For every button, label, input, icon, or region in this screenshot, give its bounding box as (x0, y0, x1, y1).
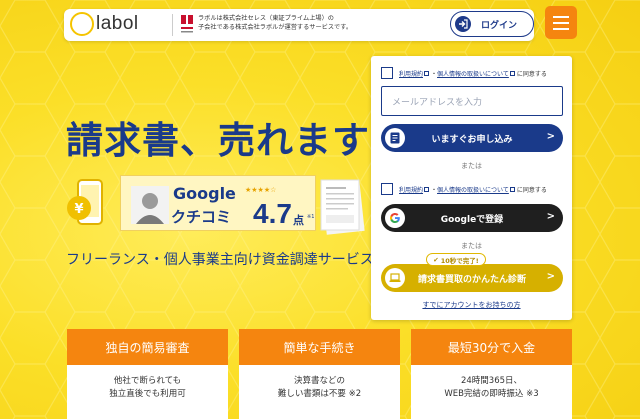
or-divider-1: または (461, 162, 482, 170)
hamburger-menu-button[interactable] (545, 6, 577, 39)
apply-label: いますぐお申し込み (431, 134, 513, 145)
hero-headline: 請求書、売れます (66, 119, 370, 162)
feature-card-procedure: 簡単な手続き 決算書などの 難しい書類は不要 ※2 (239, 329, 400, 419)
google-rating-badge: Google ★★★★☆ クチコミ 4.7 点 ※1 (120, 175, 316, 231)
google-signup-button[interactable]: Googleで登録 > (381, 204, 563, 232)
hero-subtitle: フリーランス・個人事業主向け資金調達サービス (66, 252, 374, 268)
document-icon (385, 128, 405, 148)
feature-line: 決算書などの (293, 376, 345, 386)
rating-source: クチコミ (171, 208, 232, 226)
laptop-icon (385, 268, 405, 288)
external-link-icon (509, 70, 515, 76)
google-g-icon (385, 208, 405, 228)
rating-score: 4.7 (253, 198, 292, 229)
invoice-document-icon (320, 179, 365, 235)
apply-button[interactable]: いますぐお申し込み > (381, 124, 563, 152)
terms-checkbox-1[interactable] (381, 67, 393, 79)
terms-agree-row-2: 利用規約 ・ 個人情報の取扱いについて に同意する (381, 183, 547, 195)
quick-badge: ✔ 10秒で完了! (426, 253, 486, 266)
notice-line-2: 子会社である株式会社ラボルが運営するサービスです。 (198, 23, 353, 31)
external-link-icon (509, 186, 515, 192)
agree-text: に同意する (516, 70, 547, 78)
feature-card-deposit: 最短30分で入金 24時間365日、 WEB完結の即時振込 ※3 (411, 329, 572, 419)
chevron-right-icon: > (546, 271, 555, 282)
rating-stars: ★★★★☆ (245, 186, 277, 194)
logo-text: labol (96, 13, 139, 34)
labol-logo[interactable]: labol (70, 12, 139, 36)
diagnosis-button[interactable]: 請求書買取のかんたん診断 > (381, 264, 563, 292)
rating-brand: Google (173, 184, 236, 203)
agree-text: に同意する (516, 186, 547, 194)
terms-agree-row-1: 利用規約 ・ 個人情報の取扱いについて に同意する (381, 67, 547, 79)
feature-line: 難しい書類は不要 ※2 (277, 389, 362, 399)
privacy-link[interactable]: 個人情報の取扱いについて (437, 185, 509, 194)
chevron-right-icon: > (546, 211, 555, 222)
menu-bar-icon (553, 21, 569, 24)
signup-panel: 利用規約 ・ 個人情報の取扱いについて に同意する メールアドレスを入力 います… (371, 56, 572, 320)
jpx-mark-icon (180, 14, 194, 36)
feature-title: 簡単な手続き (239, 329, 400, 365)
notice-line-1: ラボルは株式会社セレス（東証プライム上場）の (198, 15, 334, 22)
terms-checkbox-2[interactable] (381, 183, 393, 195)
feature-line: WEB完結の即時振込 ※3 (444, 389, 539, 399)
chevron-right-icon: > (546, 131, 555, 142)
feature-line: 24時間365日、 (460, 376, 523, 386)
feature-card-screening: 独自の簡易審査 他社で断られても 独立直後でも利用可 (67, 329, 228, 419)
phone-yen-icon: ¥ (67, 179, 103, 225)
menu-bar-icon (553, 15, 569, 18)
external-link-icon (424, 186, 430, 192)
check-circle-icon: ✔ (433, 255, 439, 264)
header-divider (172, 14, 173, 36)
login-icon (455, 16, 471, 32)
existing-account-link[interactable]: すでにアカウントをお持ちの方 (371, 300, 572, 310)
feature-title: 独自の簡易審査 (67, 329, 228, 365)
menu-bar-icon (553, 27, 569, 30)
terms-link[interactable]: 利用規約 (399, 185, 423, 194)
external-link-icon (424, 70, 430, 76)
google-signup-label: Googleで登録 (440, 214, 504, 225)
rating-unit: 点 (293, 214, 304, 227)
login-button[interactable]: ログイン (450, 11, 534, 37)
feature-title: 最短30分で入金 (411, 329, 572, 365)
email-input[interactable]: メールアドレスを入力 (381, 86, 563, 116)
diagnosis-label: 請求書買取のかんたん診断 (417, 274, 526, 285)
privacy-link[interactable]: 個人情報の取扱いについて (437, 69, 509, 78)
feature-body: 決算書などの 難しい書類は不要 ※2 (239, 365, 400, 401)
feature-body: 24時間365日、 WEB完結の即時振込 ※3 (411, 365, 572, 401)
feature-line: 他社で断られても (113, 376, 182, 386)
login-label: ログイン (481, 20, 518, 31)
or-divider-2: または (461, 242, 482, 250)
feature-line: 独立直後でも利用可 (109, 389, 186, 399)
operator-notice: ラボルは株式会社セレス（東証プライム上場）の 子会社である株式会社ラボルが運営す… (198, 15, 418, 32)
terms-link[interactable]: 利用規約 (399, 69, 423, 78)
quick-badge-label: 10秒で完了! (440, 256, 479, 265)
svg-text:¥: ¥ (74, 202, 83, 217)
logo-circle-icon (70, 12, 94, 36)
rating-note: ※1 (307, 214, 315, 220)
reviewer-avatar-icon (131, 186, 169, 224)
feature-body: 他社で断られても 独立直後でも利用可 (67, 365, 228, 401)
